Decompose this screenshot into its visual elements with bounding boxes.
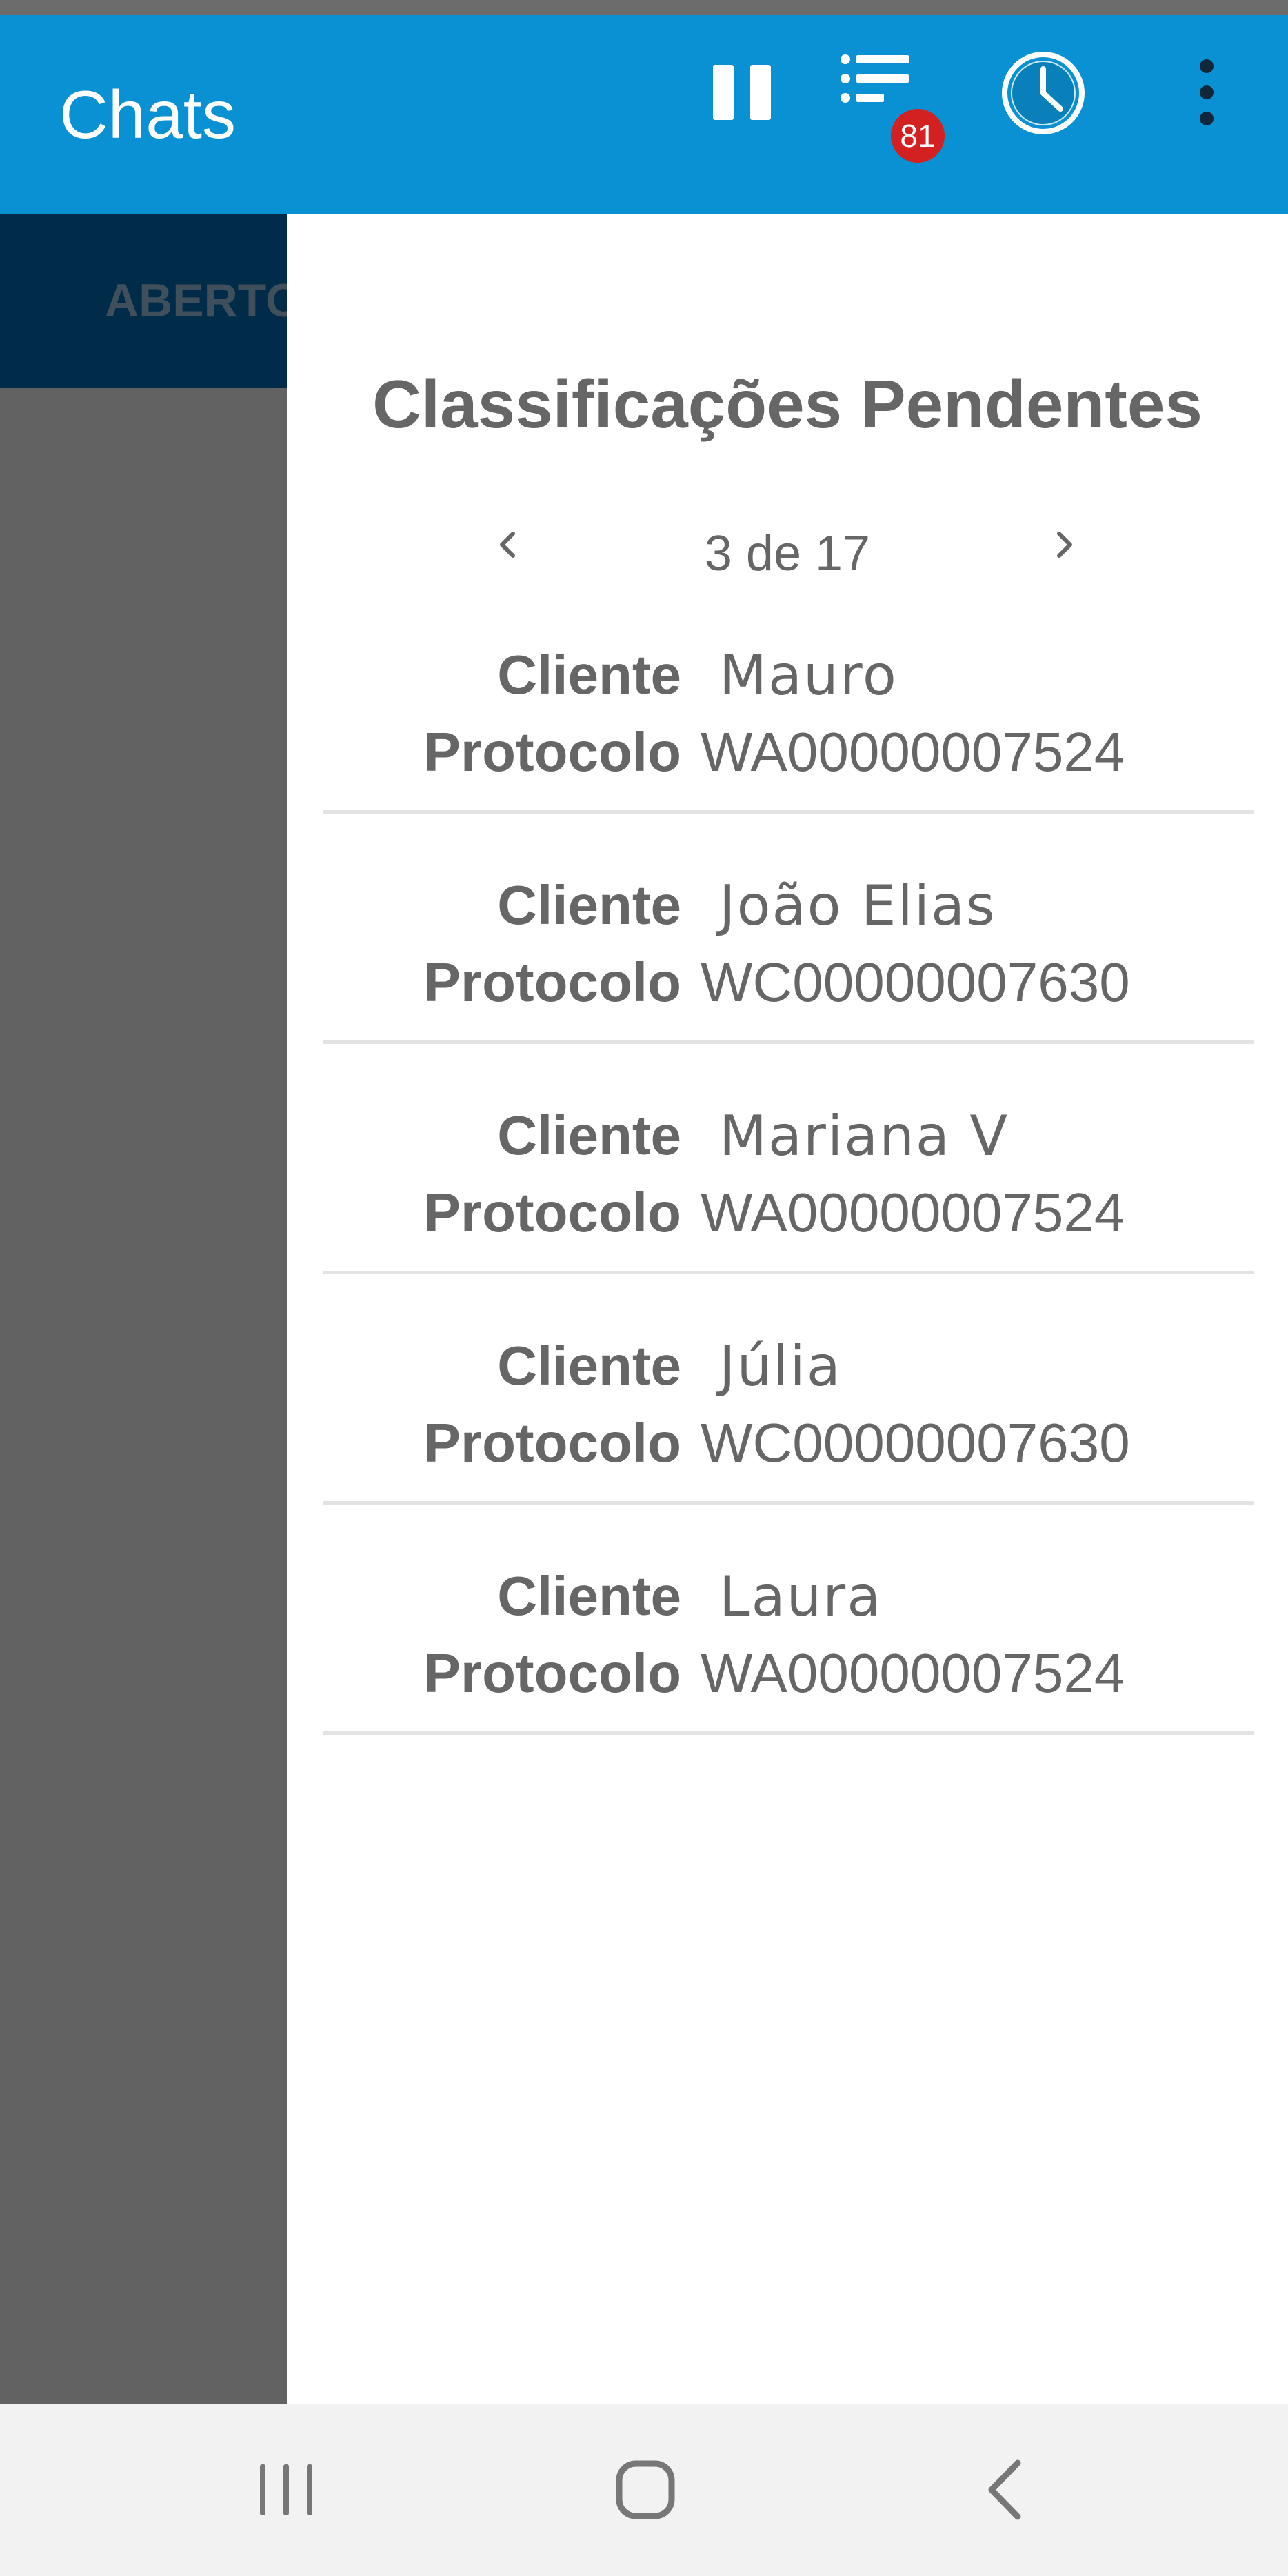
protocol-number: WC00000007630 bbox=[701, 952, 1130, 1013]
chevron-right-icon bbox=[1057, 532, 1072, 558]
protocol-number: WA00000007524 bbox=[701, 1642, 1125, 1704]
client-name: João Elias bbox=[719, 874, 996, 938]
recent-apps-icon[interactable] bbox=[245, 2452, 328, 2528]
clock-icon[interactable] bbox=[998, 48, 1088, 138]
list-item[interactable]: Cliente João Elias Protocolo WC000000076… bbox=[323, 810, 1254, 1044]
status-bar bbox=[0, 0, 1288, 15]
more-vert-icon[interactable] bbox=[1186, 51, 1227, 134]
app-bar: Chats 81 bbox=[0, 15, 1288, 214]
client-name: Júlia bbox=[719, 1334, 842, 1398]
pager: 3 de 17 bbox=[287, 496, 1288, 593]
tab-abertos[interactable]: ABERTO bbox=[105, 214, 287, 388]
client-label: Cliente bbox=[497, 1565, 681, 1627]
client-label: Cliente bbox=[497, 1335, 681, 1396]
client-name: Mariana V bbox=[719, 1104, 1009, 1168]
client-label: Cliente bbox=[497, 1105, 681, 1166]
system-nav-bar bbox=[0, 2404, 1288, 2576]
protocol-number: WA00000007524 bbox=[701, 1182, 1125, 1243]
protocol-label: Protocolo bbox=[423, 1182, 681, 1243]
pending-classifications-drawer: Classificações Pendentes 3 de 17 Cliente… bbox=[287, 214, 1288, 2404]
protocol-label: Protocolo bbox=[423, 721, 681, 783]
drawer-title: Classificações Pendentes bbox=[372, 366, 1203, 442]
drawer-scrim[interactable] bbox=[0, 388, 287, 2404]
list-item[interactable]: Cliente Mauro Protocolo WA00000007524 bbox=[323, 580, 1254, 814]
client-name: Laura bbox=[719, 1564, 883, 1629]
protocol-number: WC00000007630 bbox=[701, 1412, 1130, 1473]
protocol-label: Protocolo bbox=[423, 1642, 681, 1704]
client-label: Cliente bbox=[497, 874, 681, 936]
list-icon[interactable] bbox=[834, 43, 917, 119]
pager-next-button[interactable] bbox=[1030, 510, 1099, 579]
pager-text: 3 de 17 bbox=[704, 526, 871, 581]
list-item[interactable]: Cliente Laura Protocolo WA00000007524 bbox=[323, 1501, 1254, 1735]
tab-bar: ABERTO bbox=[0, 214, 287, 388]
list-item[interactable]: Cliente Júlia Protocolo WC00000007630 bbox=[323, 1271, 1254, 1505]
client-name: Mauro bbox=[719, 643, 898, 707]
notification-badge: 81 bbox=[891, 109, 945, 163]
protocol-number: WA00000007524 bbox=[701, 721, 1125, 783]
app-title: Chats bbox=[59, 77, 237, 152]
back-icon[interactable] bbox=[965, 2452, 1048, 2528]
list-item[interactable]: Cliente Mariana V Protocolo WA0000000752… bbox=[323, 1040, 1254, 1274]
client-label: Cliente bbox=[497, 644, 681, 705]
protocol-label: Protocolo bbox=[423, 1412, 681, 1473]
home-icon[interactable] bbox=[604, 2448, 687, 2531]
pause-icon[interactable] bbox=[703, 51, 786, 134]
protocol-label: Protocolo bbox=[423, 952, 681, 1013]
